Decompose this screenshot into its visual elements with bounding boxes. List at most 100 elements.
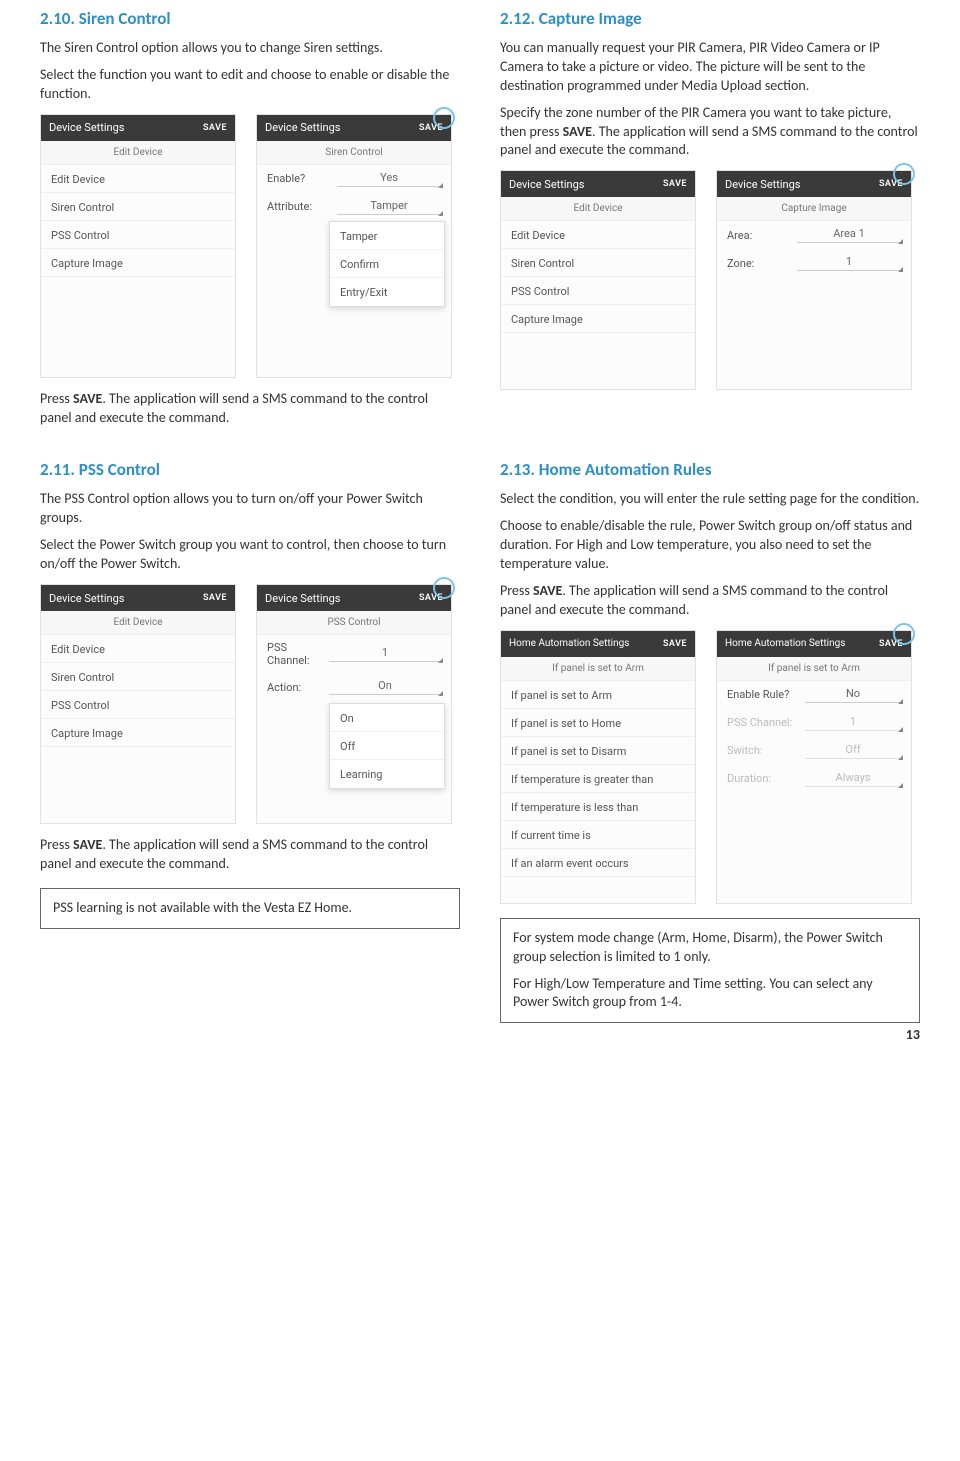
p-210-after: Press SAVE. The application will send a …	[40, 390, 460, 428]
list-item[interactable]: If panel is set to Disarm	[501, 737, 695, 765]
label: Duration:	[727, 772, 795, 785]
subheader: If panel is set to Arm	[717, 657, 911, 681]
p-211-1: The PSS Control option allows you to tur…	[40, 490, 460, 528]
save-button[interactable]: SAVE	[419, 123, 443, 133]
page-number: 13	[906, 1026, 920, 1043]
fig-212-right: Device Settings SAVE Capture Image Area:…	[716, 170, 912, 390]
field-zone[interactable]: Zone: 1	[717, 249, 911, 277]
save-button[interactable]: SAVE	[663, 179, 687, 189]
list-item[interactable]: PSS Control	[501, 277, 695, 305]
subheader: Edit Device	[41, 141, 235, 165]
list-item[interactable]: Siren Control	[41, 193, 235, 221]
menu-item[interactable]: Learning	[330, 760, 444, 788]
dropdown-menu[interactable]: Tamper Confirm Entry/Exit	[329, 221, 445, 307]
save-button[interactable]: SAVE	[419, 593, 443, 603]
save-button[interactable]: SAVE	[879, 639, 903, 649]
note-213: For system mode change (Arm, Home, Disar…	[500, 918, 920, 1024]
label: Enable Rule?	[727, 688, 795, 701]
app-header: Device Settings SAVE	[501, 171, 695, 197]
header-title: Device Settings	[265, 592, 340, 605]
list-item[interactable]: If panel is set to Arm	[501, 681, 695, 709]
list-item[interactable]: If an alarm event occurs	[501, 849, 695, 877]
list-item[interactable]: Siren Control	[501, 249, 695, 277]
list-item[interactable]: Edit Device	[41, 635, 235, 663]
value[interactable]: 1	[797, 255, 901, 271]
save-button[interactable]: SAVE	[663, 639, 687, 649]
field-action[interactable]: Action: On	[257, 673, 451, 701]
field-pss-channel[interactable]: PSS Channel: 1	[717, 709, 911, 737]
header-title: Home Automation Settings	[725, 638, 845, 649]
field-enable-rule[interactable]: Enable Rule? No	[717, 681, 911, 709]
heading-213: 2.13. Home Automation Rules	[500, 459, 920, 480]
field-pss-channel[interactable]: PSS Channel: 1	[257, 635, 451, 673]
app-header: Device Settings SAVE	[717, 171, 911, 197]
header-title: Device Settings	[49, 592, 124, 605]
label: Switch:	[727, 744, 795, 757]
field-switch[interactable]: Switch: Off	[717, 737, 911, 765]
value: 1	[805, 715, 901, 731]
subheader: If panel is set to Arm	[501, 657, 695, 681]
app-header: Device Settings SAVE	[257, 115, 451, 141]
label: Area:	[727, 229, 787, 242]
p-212-1: You can manually request your PIR Camera…	[500, 39, 920, 96]
field-attribute[interactable]: Attribute: Tamper	[257, 193, 451, 221]
value[interactable]: Tamper	[337, 199, 441, 215]
dropdown-menu[interactable]: On Off Learning	[329, 703, 445, 789]
app-header: Device Settings SAVE	[41, 115, 235, 141]
value: Always	[805, 771, 901, 787]
list-item[interactable]: If temperature is less than	[501, 793, 695, 821]
menu-item[interactable]: Off	[330, 732, 444, 760]
list-item[interactable]: Capture Image	[501, 305, 695, 333]
header-title: Home Automation Settings	[509, 638, 629, 649]
field-enable[interactable]: Enable? Yes	[257, 165, 451, 193]
value[interactable]: Area 1	[797, 227, 901, 243]
menu-item[interactable]: Entry/Exit	[330, 278, 444, 306]
heading-211: 2.11. PSS Control	[40, 459, 460, 480]
field-area[interactable]: Area: Area 1	[717, 221, 911, 249]
label: Attribute:	[267, 200, 327, 213]
value[interactable]: 1	[329, 646, 441, 662]
header-title: Device Settings	[265, 121, 340, 134]
fig-213-right: Home Automation Settings SAVE If panel i…	[716, 630, 912, 904]
list-item[interactable]: Edit Device	[41, 165, 235, 193]
field-duration[interactable]: Duration: Always	[717, 765, 911, 793]
value: Off	[805, 743, 901, 759]
save-button[interactable]: SAVE	[203, 123, 227, 133]
p-213-3: Press SAVE. The application will send a …	[500, 582, 920, 620]
subheader: Edit Device	[41, 611, 235, 635]
app-header: Home Automation Settings SAVE	[717, 631, 911, 657]
app-header: Device Settings SAVE	[41, 585, 235, 611]
fig-210-left: Device Settings SAVE Edit Device Edit De…	[40, 114, 236, 378]
header-title: Device Settings	[725, 178, 800, 191]
p-210-2: Select the function you want to edit and…	[40, 66, 460, 104]
menu-item[interactable]: Tamper	[330, 222, 444, 250]
value[interactable]: Yes	[337, 171, 441, 187]
note-211: PSS learning is not available with the V…	[40, 888, 460, 929]
fig-210-right: Device Settings SAVE Siren Control Enabl…	[256, 114, 452, 378]
list-item[interactable]: Siren Control	[41, 663, 235, 691]
fig-211-right: Device Settings SAVE PSS Control PSS Cha…	[256, 584, 452, 824]
list-item[interactable]: Capture Image	[41, 719, 235, 747]
app-header: Device Settings SAVE	[257, 585, 451, 611]
label: PSS Channel:	[267, 641, 319, 667]
list-item[interactable]: If temperature is greater than	[501, 765, 695, 793]
value[interactable]: No	[805, 687, 901, 703]
heading-210: 2.10. Siren Control	[40, 8, 460, 29]
value[interactable]: On	[329, 679, 441, 695]
list-item[interactable]: If panel is set to Home	[501, 709, 695, 737]
list-item[interactable]: If current time is	[501, 821, 695, 849]
fig-211-left: Device Settings SAVE Edit Device Edit De…	[40, 584, 236, 824]
subheader: PSS Control	[257, 611, 451, 635]
list-item[interactable]: Capture Image	[41, 249, 235, 277]
save-button[interactable]: SAVE	[879, 179, 903, 189]
list-item[interactable]: PSS Control	[41, 691, 235, 719]
menu-item[interactable]: Confirm	[330, 250, 444, 278]
list-item[interactable]: Edit Device	[501, 221, 695, 249]
label: Zone:	[727, 257, 787, 270]
menu-item[interactable]: On	[330, 704, 444, 732]
fig-213-left: Home Automation Settings SAVE If panel i…	[500, 630, 696, 904]
label: Action:	[267, 681, 319, 694]
save-button[interactable]: SAVE	[203, 593, 227, 603]
subheader: Edit Device	[501, 197, 695, 221]
list-item[interactable]: PSS Control	[41, 221, 235, 249]
